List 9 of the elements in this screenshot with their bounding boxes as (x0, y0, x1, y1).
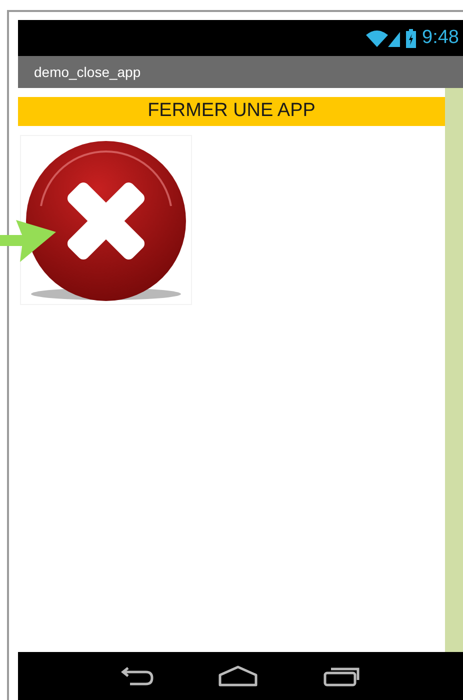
banner: FERMER UNE APP (18, 97, 445, 126)
back-icon[interactable] (120, 665, 154, 687)
battery-icon (406, 28, 416, 48)
signal-icon (388, 30, 400, 46)
arrow-icon (0, 220, 56, 262)
app-title: demo_close_app (34, 62, 141, 82)
clock-time: 9:48 (422, 26, 459, 50)
home-icon[interactable] (218, 665, 258, 687)
recent-apps-icon[interactable] (322, 665, 361, 687)
